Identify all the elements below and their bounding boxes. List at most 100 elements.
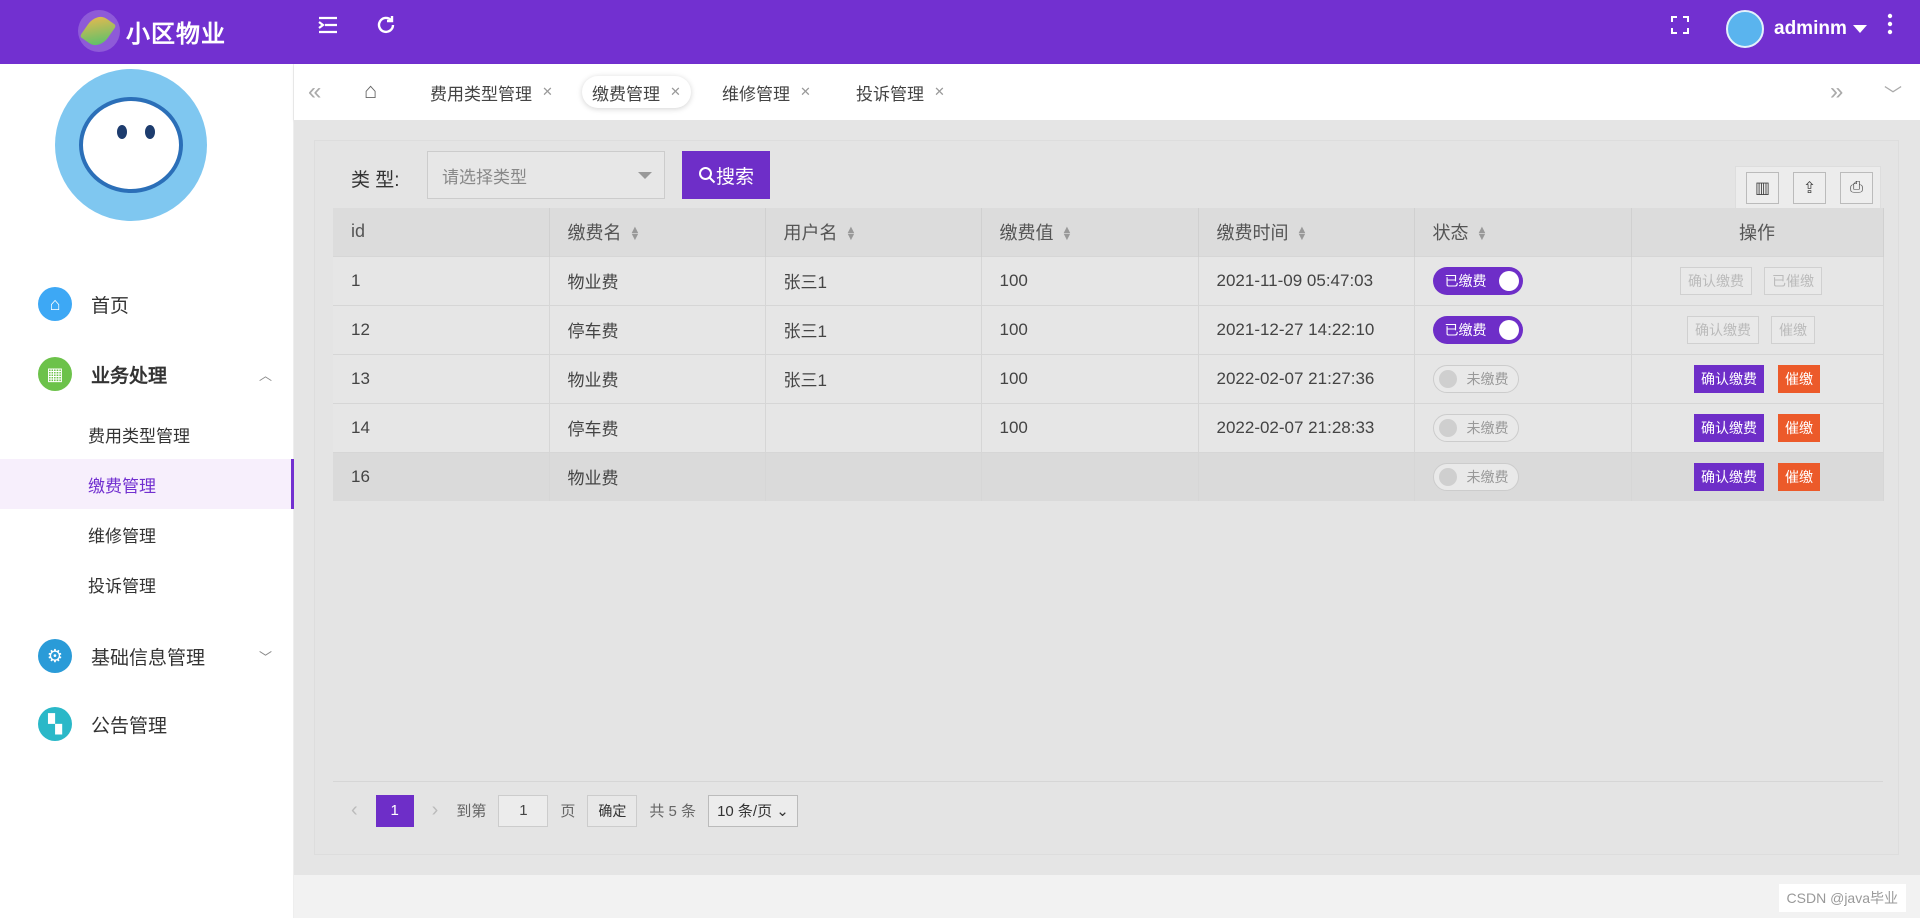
search-icon [698, 167, 716, 184]
sidebar-item-business[interactable]: ▦ 业务处理 ︿ [0, 344, 294, 404]
column-header-name[interactable]: 缴费名 ▲ ▼ [549, 208, 766, 256]
remind-button[interactable]: 催缴 [1778, 364, 1820, 393]
tabs-scroll-right-icon[interactable]: » [1830, 78, 1843, 106]
table-row: 13 物业费 张三1 100 2022-02-07 21:27:36 未缴费 确… [333, 353, 1884, 403]
user-name: adminm [1774, 18, 1847, 39]
cell-name: 物业费 [549, 451, 766, 501]
tab-payment[interactable]: 缴费管理 ✕ [582, 76, 691, 108]
cell-value: 100 [981, 402, 1199, 452]
cell-time: 2021-12-27 14:22:10 [1198, 304, 1415, 354]
tab-repair[interactable]: 维修管理 ✕ [712, 76, 821, 108]
menu-fold-icon[interactable] [314, 13, 342, 41]
cell-id: 12 [333, 304, 550, 354]
tab-label: 缴费管理 [592, 84, 660, 104]
cell-status: 未缴费 [1414, 402, 1632, 452]
print-icon[interactable]: ⎙ [1840, 172, 1873, 204]
cell-id: 16 [333, 451, 550, 501]
remind-button: 已催缴 [1764, 266, 1822, 295]
caret-down-icon [1852, 25, 1867, 33]
gear-icon: ⚙ [38, 639, 72, 673]
page-number[interactable]: 1 [375, 794, 414, 827]
status-toggle[interactable]: 未缴费 [1432, 364, 1519, 393]
column-header-time[interactable]: 缴费时间 ▲ ▼ [1198, 208, 1415, 256]
sort-icon: ▲ ▼ [845, 224, 857, 243]
remind-button[interactable]: 催缴 [1778, 462, 1820, 491]
status-toggle[interactable]: 已缴费 [1432, 315, 1523, 344]
refresh-icon[interactable] [372, 13, 400, 41]
cell-name: 停车费 [549, 402, 766, 452]
goto-label: 到第 [456, 803, 487, 820]
more-vertical-icon[interactable] [1876, 13, 1904, 41]
column-filter-icon[interactable]: ▥ [1746, 172, 1779, 204]
close-icon[interactable]: ✕ [934, 84, 945, 100]
sidebar-subitem-complaint[interactable]: 投诉管理 [0, 559, 294, 609]
cell-id: 14 [333, 402, 550, 452]
profile-avatar [55, 69, 207, 221]
fullscreen-icon[interactable] [1666, 13, 1694, 41]
remind-button: 催缴 [1771, 315, 1815, 344]
type-select[interactable]: 请选择类型 [427, 151, 665, 199]
sidebar-item-basic-info[interactable]: ⚙ 基础信息管理 ﹀ [0, 626, 294, 686]
column-header-value[interactable]: 缴费值 ▲ ▼ [981, 208, 1199, 256]
status-toggle[interactable]: 未缴费 [1432, 462, 1519, 491]
cell-actions: 确认缴费 催缴 [1631, 402, 1884, 452]
tab-complaint[interactable]: 投诉管理 ✕ [846, 76, 955, 108]
sidebar-item-home[interactable]: ⌂ 首页 [0, 274, 294, 334]
export-icon[interactable]: ⇪ [1793, 172, 1826, 204]
tab-fee-type[interactable]: 费用类型管理 ✕ [420, 76, 563, 108]
table-row: 14 停车费 100 2022-02-07 21:28:33 未缴费 确认缴费催… [333, 402, 1884, 452]
payment-table: id 缴费名 ▲ ▼ 用户名 ▲ ▼ 缴费值 ▲ ▼ 缴费时间 ▲ ▼ 状态 ▲ ▼ 操作 1 物业… [333, 208, 1884, 501]
home-tab-icon[interactable]: ⌂ [364, 78, 377, 104]
search-button[interactable]: 搜索 [682, 151, 770, 199]
sidebar-subitem-repair[interactable]: 维修管理 [0, 509, 294, 559]
confirm-payment-button[interactable]: 确认缴费 [1694, 462, 1764, 491]
sidebar-subitem-fee-type[interactable]: 费用类型管理 [0, 409, 294, 459]
cell-user: 张三1 [765, 304, 982, 354]
main-content: 类 型: 请选择类型 搜索 ▥ ⇪ ⎙ id 缴费名 ▲ ▼ 用户名 ▲ ▼ 缴费值 ▲ ▼ [294, 120, 1920, 875]
apps-icon: ▚ [38, 707, 72, 741]
sidebar-item-label: 业务处理 [91, 365, 168, 387]
search-button-label: 搜索 [715, 166, 754, 188]
close-icon[interactable]: ✕ [542, 84, 553, 100]
cell-time: 2022-02-07 21:28:33 [1198, 402, 1415, 452]
close-icon[interactable]: ✕ [670, 84, 681, 100]
tabs-dropdown-icon[interactable]: ﹀ [1884, 81, 1902, 107]
page-label: 页 [560, 803, 576, 820]
prev-page-icon[interactable]: ‹ [351, 799, 358, 822]
confirm-payment-button: 确认缴费 [1680, 266, 1752, 295]
cell-value: 100 [981, 304, 1199, 354]
app-logo[interactable]: 小区物业 [78, 10, 226, 52]
status-toggle[interactable]: 未缴费 [1432, 413, 1519, 442]
confirm-payment-button[interactable]: 确认缴费 [1694, 364, 1764, 393]
column-header-user[interactable]: 用户名 ▲ ▼ [765, 208, 982, 256]
sort-icon: ▲ ▼ [1296, 224, 1308, 243]
cell-name: 物业费 [549, 353, 766, 403]
goto-confirm-button[interactable]: 确定 [587, 794, 638, 827]
status-toggle[interactable]: 已缴费 [1432, 266, 1523, 295]
user-menu[interactable]: adminm [1726, 10, 1867, 48]
goto-page-input[interactable] [498, 794, 549, 827]
cell-time: 2022-02-07 21:27:36 [1198, 353, 1415, 403]
sidebar-item-notice[interactable]: ▚ 公告管理 [0, 694, 294, 754]
cell-status: 未缴费 [1414, 451, 1632, 501]
cell-user: 张三1 [765, 353, 982, 403]
cell-status: 已缴费 [1414, 255, 1632, 305]
column-header-id[interactable]: id [333, 208, 550, 256]
tab-label: 费用类型管理 [430, 84, 532, 104]
sidebar-item-label: 公告管理 [91, 715, 168, 737]
rocket-logo-icon [78, 10, 120, 52]
column-header-status[interactable]: 状态 ▲ ▼ [1414, 208, 1632, 256]
next-page-icon[interactable]: › [432, 799, 439, 822]
cell-actions: 确认缴费 催缴 [1631, 353, 1884, 403]
cell-name: 停车费 [549, 304, 766, 354]
remind-button[interactable]: 催缴 [1778, 413, 1820, 442]
cell-status: 已缴费 [1414, 304, 1632, 354]
total-count: 共 5 条 [649, 803, 697, 820]
tabs-scroll-left-icon[interactable]: « [308, 78, 321, 106]
close-icon[interactable]: ✕ [800, 84, 811, 100]
confirm-payment-button[interactable]: 确认缴费 [1694, 413, 1764, 442]
top-header: 小区物业 adminm [0, 0, 1920, 64]
type-filter-label: 类 型: [351, 170, 400, 191]
sidebar-subitem-payment[interactable]: 缴费管理 [0, 459, 294, 509]
page-size-select[interactable]: 10 条/页 ⌄ [708, 794, 798, 827]
